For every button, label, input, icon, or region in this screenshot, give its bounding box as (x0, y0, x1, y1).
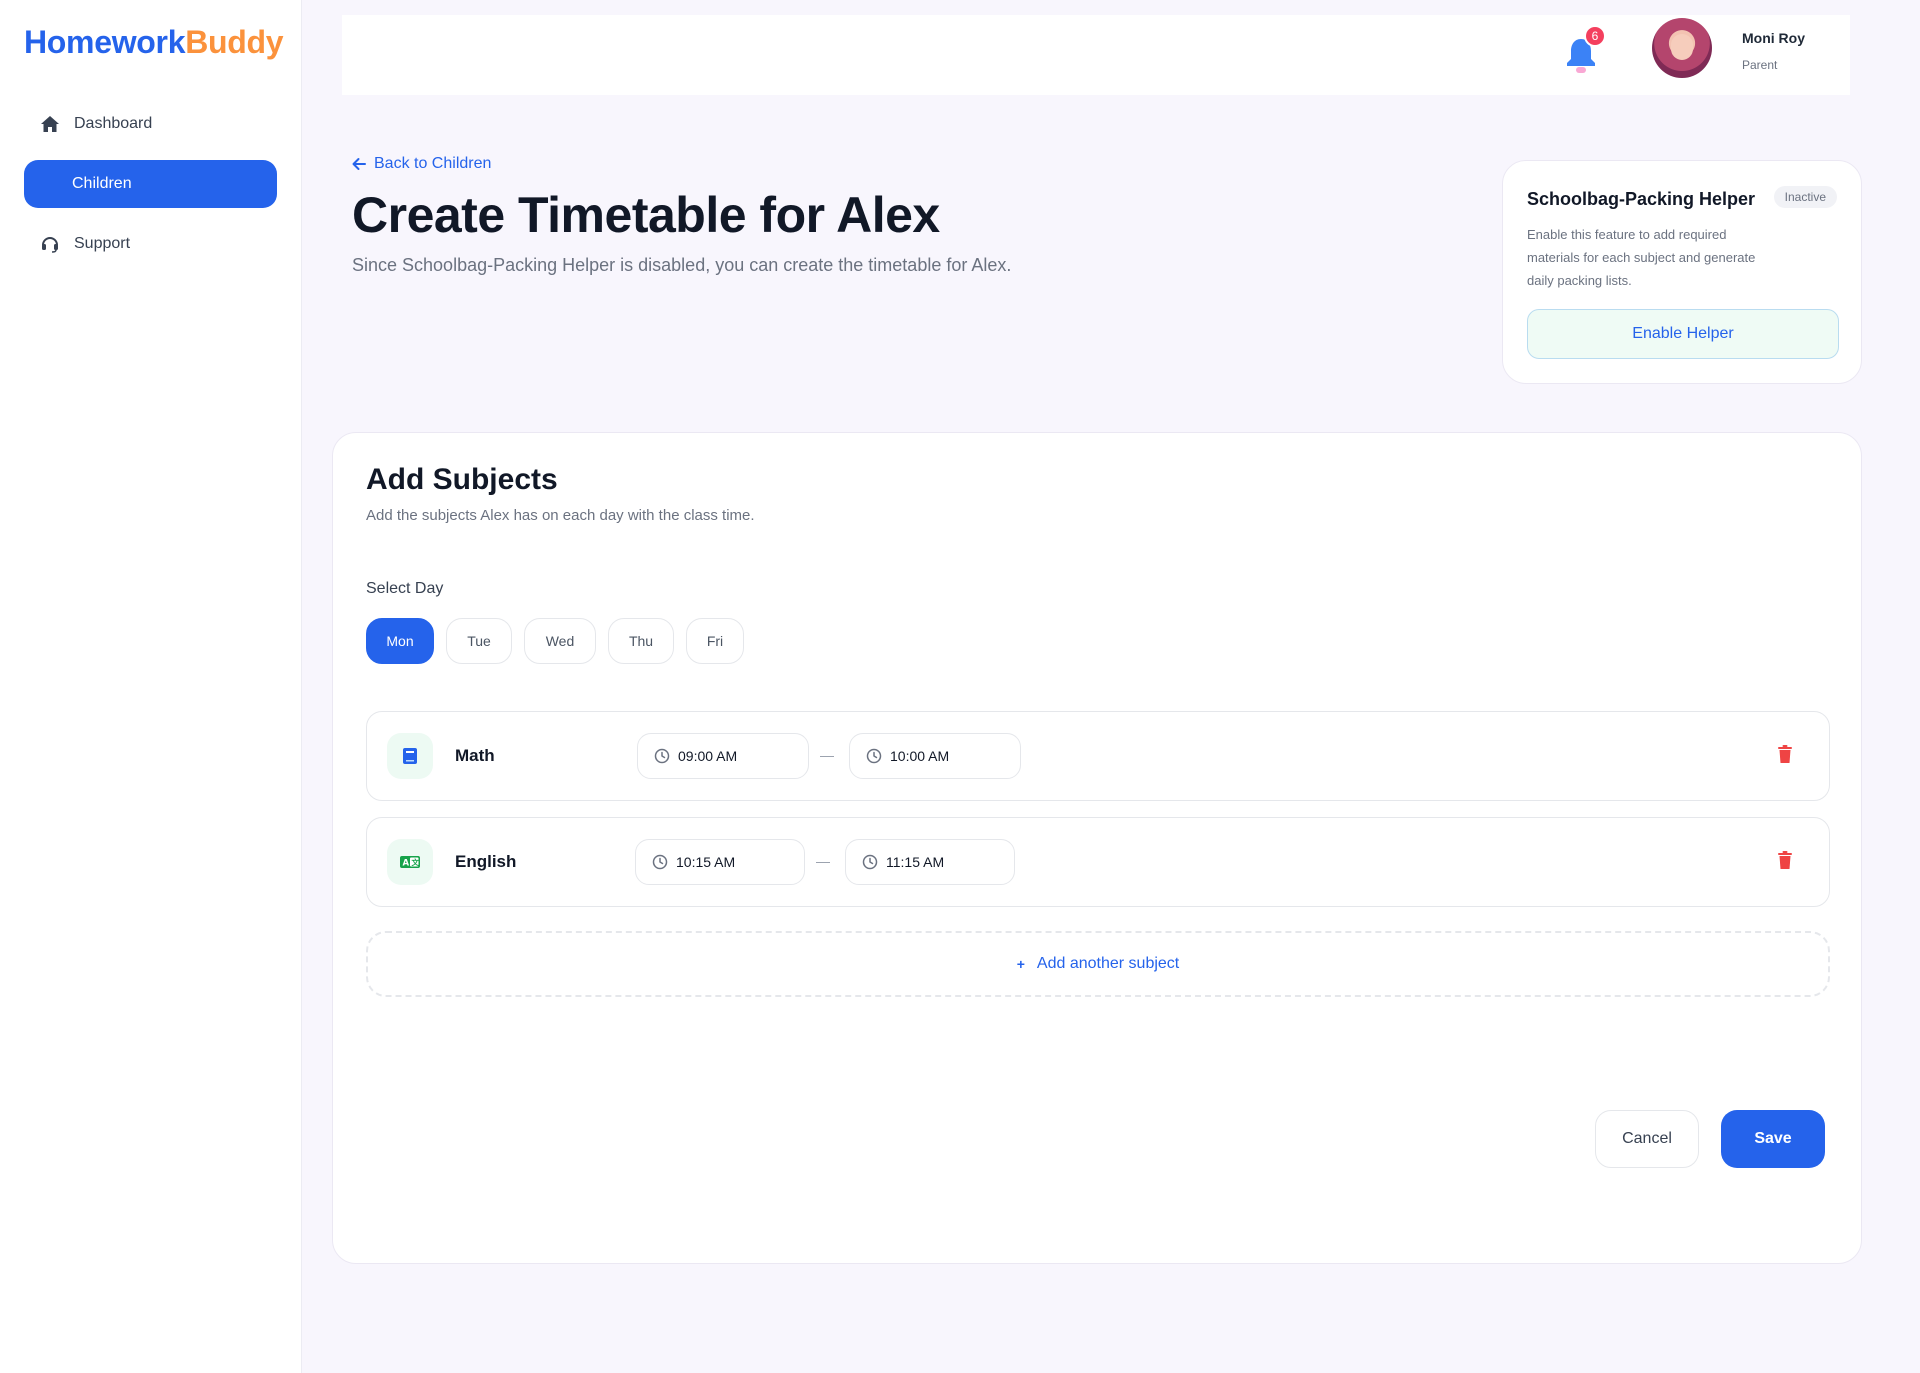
day-button-wed[interactable]: Wed (524, 618, 596, 664)
avatar[interactable] (1652, 18, 1712, 78)
start-time-value: 09:00 AM (678, 748, 738, 764)
sidebar-item-support[interactable]: Support (24, 220, 277, 268)
trash-icon (1778, 851, 1792, 869)
add-subjects-card: Add Subjects Add the subjects Alex has o… (332, 432, 1862, 1264)
sidebar-item-label: Dashboard (74, 115, 153, 132)
select-day-label: Select Day (366, 580, 444, 597)
user-name: Moni Roy (1742, 30, 1805, 46)
day-button-mon[interactable]: Mon (366, 618, 434, 664)
back-link-label: Back to Children (374, 155, 492, 172)
subject-row: Math 09:00 AM 10:00 AM (366, 711, 1830, 801)
start-time-input[interactable]: 10:15 AM (635, 839, 805, 885)
day-selector: Mon Tue Wed Thu Fri (366, 618, 744, 664)
headset-icon (40, 234, 60, 254)
helper-title: Schoolbag-Packing Helper (1527, 189, 1756, 209)
notification-badge: 6 (1584, 25, 1606, 47)
end-time-value: 11:15 AM (886, 854, 945, 870)
back-link[interactable]: Back to Children (352, 155, 491, 173)
subject-name: English (455, 852, 517, 871)
subject-name: Math (455, 746, 495, 765)
add-subject-label: Add another subject (1036, 955, 1180, 972)
time-separator (820, 756, 834, 757)
enable-helper-button[interactable]: Enable Helper (1527, 309, 1839, 359)
subject-row: A文 English 10:15 AM 11:15 AM (366, 817, 1830, 907)
day-button-fri[interactable]: Fri (686, 618, 744, 664)
delete-subject-button[interactable] (1777, 745, 1797, 767)
start-time-input[interactable]: 09:00 AM (637, 733, 809, 779)
schoolbag-helper-card: Schoolbag-Packing Helper Inactive Enable… (1502, 160, 1862, 384)
time-separator (816, 862, 830, 863)
svg-text:A: A (403, 859, 410, 869)
page-title: Create Timetable for Alex (352, 187, 940, 243)
end-time-value: 10:00 AM (890, 748, 950, 764)
plus-icon: + (1016, 956, 1025, 972)
clock-icon (866, 748, 882, 764)
clock-icon (654, 748, 670, 764)
start-time-value: 10:15 AM (676, 854, 736, 870)
sidebar-item-label: Children (72, 175, 132, 192)
app-logo[interactable]: HomeworkBuddy (24, 24, 284, 61)
card-description: Add the subjects Alex has on each day wi… (366, 507, 755, 524)
end-time-input[interactable]: 10:00 AM (849, 733, 1021, 779)
page-subtitle: Since Schoolbag-Packing Helper is disabl… (352, 255, 1012, 275)
translate-icon: A文 (387, 839, 433, 885)
sidebar-item-label: Support (74, 235, 131, 252)
user-role: Parent (1742, 58, 1778, 72)
arrow-left-icon (352, 158, 366, 170)
svg-text:文: 文 (412, 857, 420, 867)
cancel-button[interactable]: Cancel (1595, 1110, 1699, 1168)
logo-text-homework: Homework (24, 24, 186, 60)
clock-icon (862, 854, 878, 870)
helper-description: Enable this feature to add required mate… (1527, 227, 1756, 288)
home-icon (40, 114, 60, 134)
day-button-thu[interactable]: Thu (608, 618, 674, 664)
logo-text-buddy: Buddy (185, 24, 284, 60)
sidebar-item-dashboard[interactable]: Dashboard (24, 100, 277, 148)
card-title: Add Subjects (366, 463, 558, 496)
trash-icon (1778, 745, 1792, 763)
save-button[interactable]: Save (1721, 1110, 1825, 1168)
sidebar-item-children[interactable]: Children (24, 160, 277, 208)
day-button-tue[interactable]: Tue (446, 618, 512, 664)
avatar-face (1671, 34, 1693, 60)
sidebar-nav: Dashboard Children Support (24, 100, 277, 280)
add-subject-button[interactable]: + Add another subject (366, 931, 1830, 997)
top-bar: 6 Moni Roy Parent (342, 15, 1850, 95)
clock-icon (652, 854, 668, 870)
status-badge: Inactive (1773, 186, 1837, 208)
book-icon (387, 733, 433, 779)
sidebar: HomeworkBuddy Dashboard Children Support (0, 0, 302, 1373)
delete-subject-button[interactable] (1777, 851, 1797, 873)
end-time-input[interactable]: 11:15 AM (845, 839, 1015, 885)
